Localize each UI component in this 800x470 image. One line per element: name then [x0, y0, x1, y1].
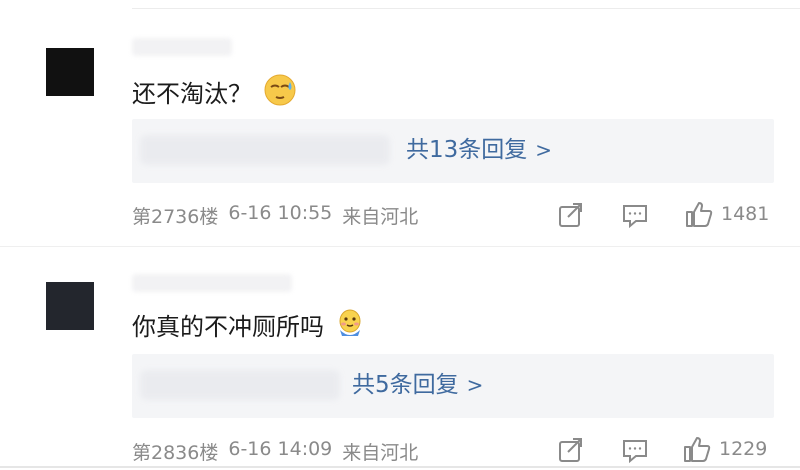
location: 来自河北: [342, 442, 419, 464]
username-redacted: [132, 274, 292, 292]
reply-preview-redacted: [140, 370, 340, 400]
reply-preview-box[interactable]: 共5条回复 >: [132, 354, 774, 418]
comment-text-content: 你真的不冲厕所吗: [132, 313, 324, 341]
like-button[interactable]: 1229: [683, 435, 767, 463]
avatar[interactable]: [46, 282, 94, 330]
timestamp: 6-16 14:09: [228, 438, 333, 460]
comment-button[interactable]: [622, 437, 648, 463]
doge-blush-icon: [334, 306, 366, 348]
comment-text: 你真的不冲厕所吗: [132, 306, 366, 348]
view-replies-link[interactable]: 共5条回复 >: [352, 369, 483, 401]
share-icon: [559, 438, 582, 462]
reply-count-label: 共5条回复: [352, 372, 459, 398]
comment-icon: [623, 440, 647, 463]
thumbs-up-icon: [684, 437, 711, 462]
share-button[interactable]: [558, 437, 584, 463]
floor-number: 第2836楼: [132, 442, 219, 464]
comment-meta: 第2836楼 6-16 14:09 来自河北: [132, 438, 418, 465]
like-count: 1229: [719, 438, 768, 460]
comment-item: 你真的不冲厕所吗 共5条回复 > 第2836楼 6-16 14:09 来自河北: [0, 0, 800, 470]
bottom-divider: [0, 466, 800, 468]
chevron-right-icon: >: [466, 373, 484, 397]
